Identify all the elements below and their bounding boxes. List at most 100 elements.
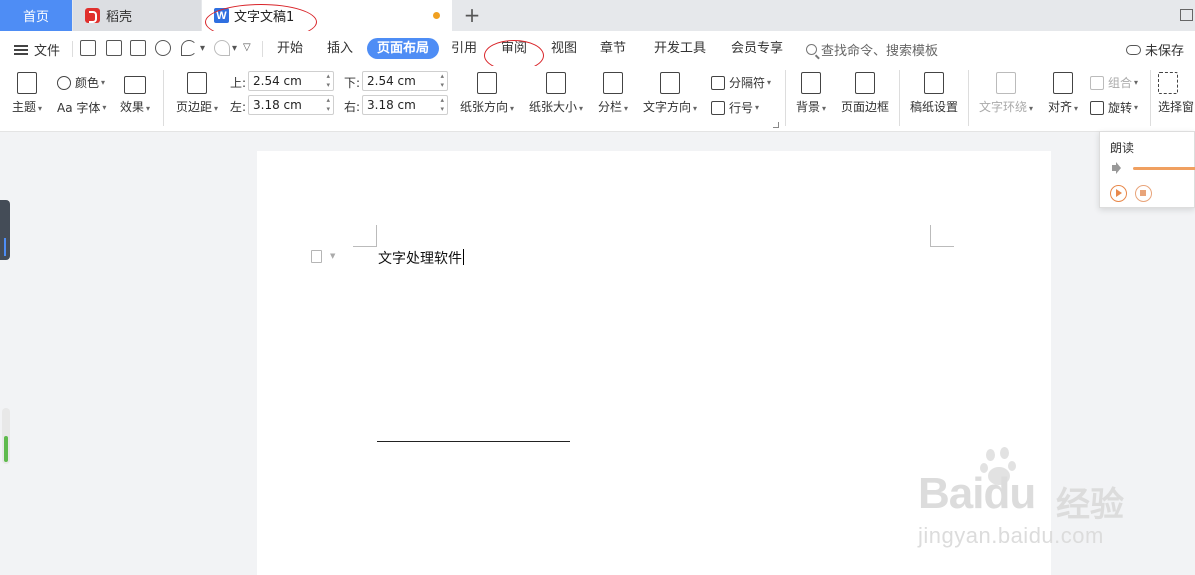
export-pdf-icon[interactable] bbox=[106, 40, 122, 56]
tab-insert[interactable]: 插入 bbox=[327, 38, 353, 59]
file-menu-button[interactable]: 文件 bbox=[14, 40, 60, 59]
margin-right-label: 右: bbox=[344, 100, 361, 114]
tab-bar: 首页 稻壳 W 文字文稿1 + bbox=[0, 0, 1195, 31]
line-numbers-icon bbox=[711, 100, 725, 115]
columns-button[interactable]: 分栏 ▾ bbox=[598, 72, 628, 115]
volume-slider[interactable] bbox=[1133, 167, 1195, 170]
scroll-indicator[interactable] bbox=[2, 408, 10, 464]
background-button[interactable]: 背景 ▾ bbox=[796, 72, 826, 115]
color-label: 颜色 bbox=[75, 76, 100, 90]
hamburger-icon bbox=[14, 44, 28, 55]
paragraph-handle-dropdown-icon[interactable]: ▼ bbox=[330, 252, 335, 260]
margin-bottom-input[interactable]: 2.54 cm bbox=[362, 71, 448, 91]
margins-button[interactable]: 页边距 ▾ bbox=[176, 72, 218, 115]
group-label: 组合 bbox=[1108, 76, 1133, 90]
menu-bar: 文件 ▾ ▾ ▽ 开始 插入 页面布局 引用 审阅 视图 章节 开发工具 会员专… bbox=[0, 31, 1195, 66]
text-wrap-label: 文字环绕 bbox=[979, 100, 1028, 114]
margin-right-input[interactable]: 3.18 cm bbox=[362, 95, 448, 115]
divider bbox=[899, 70, 900, 126]
text-wrap-button[interactable]: 文字环绕 ▾ bbox=[979, 72, 1033, 115]
tab-references[interactable]: 引用 bbox=[451, 38, 477, 59]
tab-start[interactable]: 开始 bbox=[277, 38, 303, 59]
search-icon bbox=[806, 44, 817, 55]
print-icon[interactable] bbox=[130, 40, 146, 56]
tab-home-label: 首页 bbox=[22, 10, 49, 25]
save-icon[interactable] bbox=[80, 40, 96, 56]
line-numbers-button[interactable]: 行号 ▾ bbox=[711, 99, 759, 116]
paragraph-handle-icon[interactable] bbox=[311, 250, 322, 263]
selection-pane-button[interactable]: 选择窗 bbox=[1158, 72, 1194, 115]
font-theme-label: Aa 字体 bbox=[57, 101, 101, 115]
margin-bottom-label: 下: bbox=[344, 76, 361, 90]
navigation-handle[interactable] bbox=[0, 200, 10, 260]
paper-size-button[interactable]: 纸张大小 ▾ bbox=[529, 72, 583, 115]
text-wrap-icon bbox=[996, 72, 1017, 94]
rotate-icon bbox=[1090, 100, 1104, 115]
rotate-label: 旋转 bbox=[1108, 101, 1133, 115]
group-button[interactable]: 组合 ▾ bbox=[1090, 74, 1138, 91]
margin-left-input[interactable]: 3.18 cm bbox=[248, 95, 334, 115]
undo-icon[interactable] bbox=[181, 40, 197, 56]
margin-top-label: 上: bbox=[230, 76, 247, 90]
margin-corner-top-left bbox=[353, 225, 377, 247]
theme-icon bbox=[17, 72, 38, 94]
selection-pane-icon bbox=[1158, 72, 1178, 94]
rotate-button[interactable]: 旋转 ▾ bbox=[1090, 99, 1138, 116]
manuscript-button[interactable]: 稿纸设置 bbox=[910, 72, 958, 115]
text-direction-button[interactable]: 文字方向 ▾ bbox=[643, 72, 697, 115]
tab-membership[interactable]: 会员专享 bbox=[731, 38, 783, 59]
effects-button[interactable]: 效果 ▾ bbox=[120, 72, 150, 115]
print-preview-icon[interactable] bbox=[155, 40, 171, 56]
cloud-icon bbox=[1126, 44, 1141, 55]
columns-label: 分栏 bbox=[598, 100, 623, 114]
margin-left-label: 左: bbox=[230, 100, 247, 114]
align-button[interactable]: 对齐 ▾ bbox=[1048, 72, 1078, 115]
baidu-jingyan-watermark: Baidu 经验 jingyan.baidu.com bbox=[918, 445, 1138, 555]
customize-quick-access-icon[interactable]: ▽ bbox=[243, 42, 259, 58]
orientation-icon bbox=[477, 72, 498, 94]
palette-icon bbox=[57, 75, 71, 90]
color-button[interactable]: 颜色 ▾ bbox=[57, 74, 105, 91]
text-direction-label: 文字方向 bbox=[643, 100, 692, 114]
text-cursor bbox=[463, 249, 464, 265]
cloud-save-status[interactable]: 未保存 bbox=[1126, 40, 1184, 59]
orientation-button[interactable]: 纸张方向 ▾ bbox=[460, 72, 514, 115]
underline-rule bbox=[377, 441, 570, 442]
tab-chapter[interactable]: 章节 bbox=[600, 38, 626, 59]
align-label: 对齐 bbox=[1048, 100, 1073, 114]
tab-view[interactable]: 视图 bbox=[551, 38, 577, 59]
font-theme-button[interactable]: Aa 字体 ▾ bbox=[57, 99, 106, 116]
tab-developer[interactable]: 开发工具 bbox=[654, 38, 706, 59]
effects-label: 效果 bbox=[120, 100, 145, 114]
save-status-label: 未保存 bbox=[1145, 44, 1185, 59]
command-search[interactable]: 查找命令、搜索模板 bbox=[806, 40, 938, 59]
line-numbers-label: 行号 bbox=[729, 101, 754, 115]
new-tab-button[interactable]: + bbox=[460, 3, 484, 27]
paper-size-icon bbox=[546, 72, 567, 94]
text-direction-icon bbox=[660, 72, 681, 94]
page-border-button[interactable]: 页面边框 bbox=[841, 72, 889, 115]
stop-button[interactable] bbox=[1135, 185, 1152, 202]
divider bbox=[968, 70, 969, 126]
separator-button[interactable]: 分隔符 ▾ bbox=[711, 74, 771, 91]
play-button[interactable] bbox=[1110, 185, 1127, 202]
margin-top-input[interactable]: 2.54 cm bbox=[248, 71, 334, 91]
tab-daoke-label: 稻壳 bbox=[106, 10, 133, 25]
theme-label: 主题 bbox=[12, 100, 37, 114]
divider bbox=[262, 41, 263, 57]
file-menu-label: 文件 bbox=[34, 44, 61, 59]
tab-daoke[interactable]: 稻壳 bbox=[73, 0, 201, 31]
theme-button[interactable]: 主题 ▾ bbox=[12, 72, 42, 115]
document-body-text[interactable]: 文字处理软件 bbox=[378, 248, 464, 268]
body-text: 文字处理软件 bbox=[378, 251, 462, 267]
divider bbox=[1150, 70, 1151, 126]
search-placeholder: 查找命令、搜索模板 bbox=[821, 44, 939, 59]
divider bbox=[163, 70, 164, 126]
watermark-url: jingyan.baidu.com bbox=[918, 523, 1104, 548]
tab-home[interactable]: 首页 bbox=[0, 0, 72, 31]
page-setup-dialog-launcher-icon[interactable] bbox=[773, 122, 779, 128]
redo-icon[interactable] bbox=[214, 40, 230, 56]
group-icon bbox=[1090, 75, 1104, 90]
window-restore-icon[interactable] bbox=[1180, 9, 1193, 21]
tab-page-layout[interactable]: 页面布局 bbox=[367, 38, 440, 59]
